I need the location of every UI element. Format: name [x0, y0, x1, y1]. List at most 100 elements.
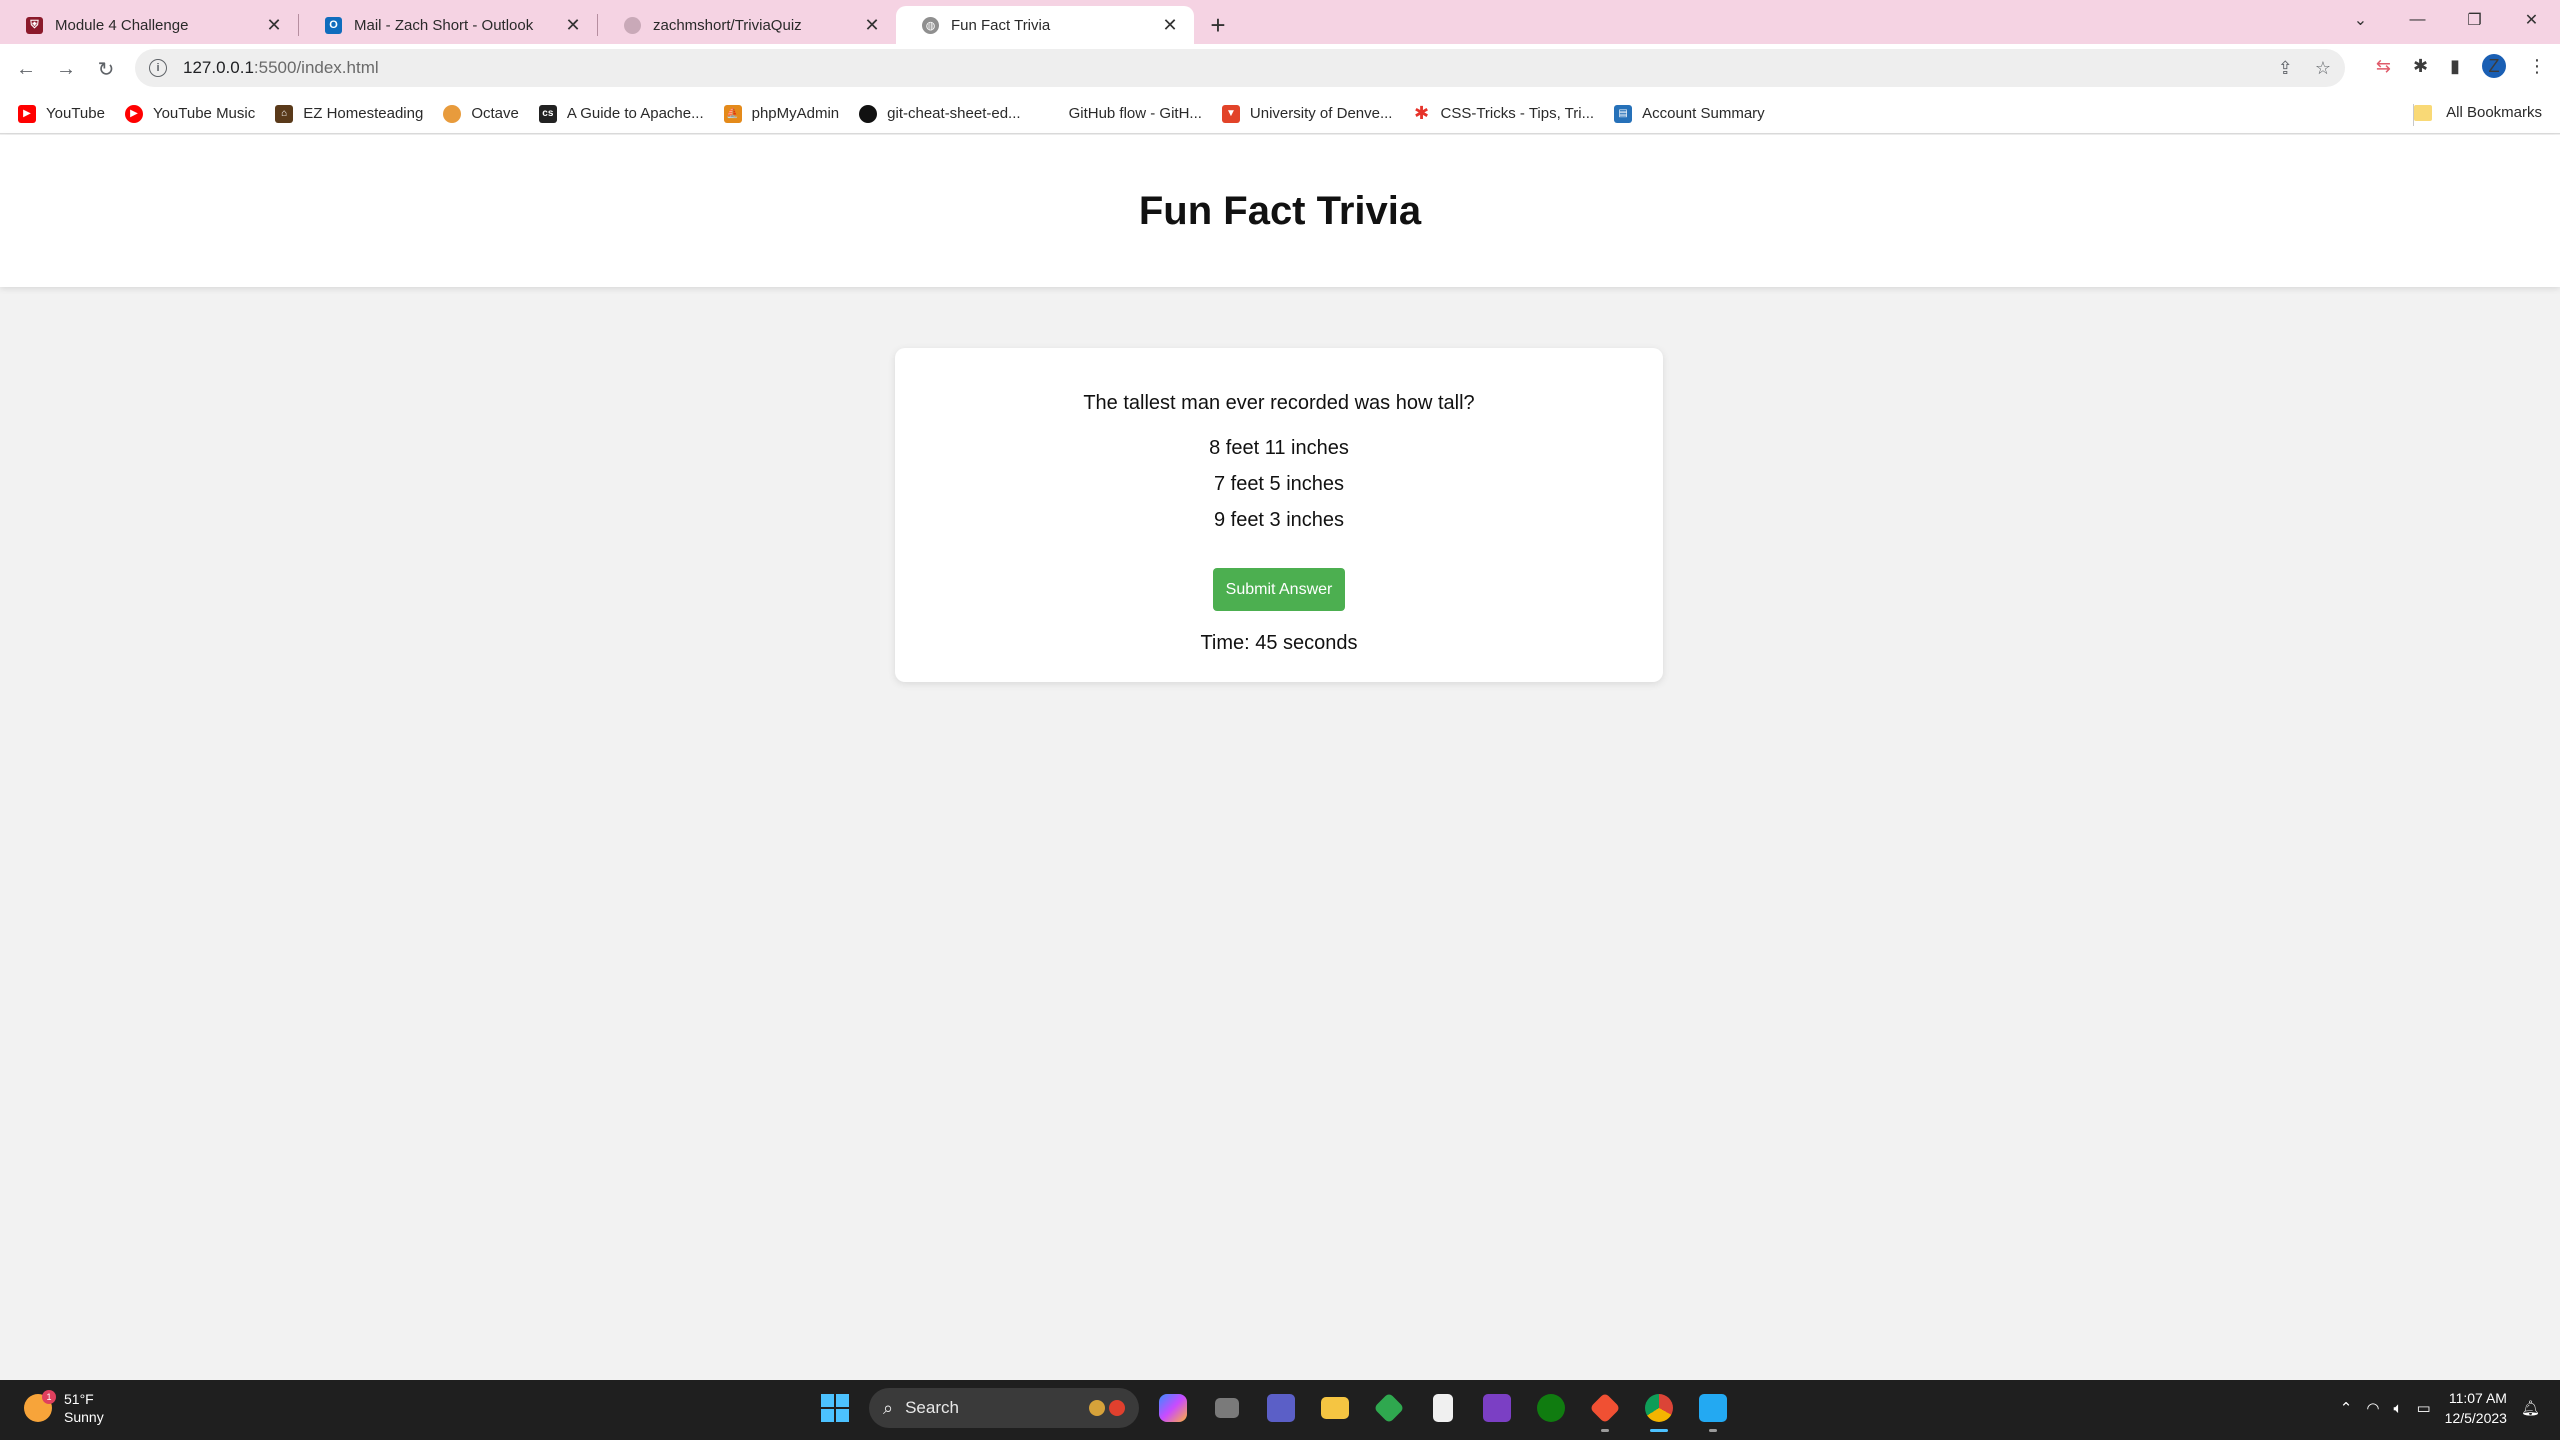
forward-arrow-icon[interactable]: →	[46, 49, 86, 89]
bookmark-git-cheat-sheet[interactable]: git-cheat-sheet-ed...	[859, 104, 1021, 123]
battery-icon[interactable]: ▭	[2416, 1399, 2430, 1417]
restore-button[interactable]: ❐	[2446, 0, 2503, 40]
tab-github[interactable]: zachmshort/TriviaQuiz ✕	[598, 6, 896, 44]
notepad-icon[interactable]	[1423, 1388, 1463, 1428]
answer-option[interactable]: 9 feet 3 inches	[895, 508, 1663, 544]
bookmark-university-of-denver[interactable]: ▼ University of Denve...	[1221, 104, 1392, 123]
task-view-icon[interactable]	[1207, 1388, 1247, 1428]
tab-title: zachmshort/TriviaQuiz	[653, 16, 802, 34]
git-icon[interactable]	[1585, 1388, 1625, 1432]
window-controls: ⌄ — ❐ ✕	[2332, 0, 2560, 40]
star-icon: ✱	[1413, 103, 1430, 123]
homestead-icon: ⌂	[275, 104, 294, 123]
outlook-favicon-icon: O	[325, 16, 342, 34]
answer-option[interactable]: 8 feet 11 inches	[895, 436, 1663, 472]
minimize-button[interactable]: —	[2389, 0, 2446, 40]
bookmark-octave[interactable]: Octave	[443, 104, 519, 123]
bookmark-youtube-music[interactable]: ▶ YouTube Music	[124, 104, 255, 123]
bookmark-github-flow[interactable]: GitHub flow - GitH...	[1040, 104, 1202, 123]
gitlab-icon: ▼	[1221, 104, 1240, 123]
clock[interactable]: 11:07 AM 12/5/2023	[2445, 1388, 2507, 1428]
share-icon[interactable]: ⇪	[2278, 58, 2293, 79]
answer-option[interactable]: 7 feet 5 inches	[895, 472, 1663, 508]
bookmark-css-tricks[interactable]: ✱ CSS-Tricks - Tips, Tri...	[1412, 103, 1595, 123]
file-explorer-icon[interactable]	[1315, 1388, 1355, 1428]
taskbar-search[interactable]: ⌕ Search	[869, 1388, 1139, 1428]
all-bookmarks-button[interactable]: All Bookmarks	[2414, 104, 2542, 121]
extension-arrows-icon[interactable]: ⇆	[2376, 56, 2391, 77]
bookmark-label: EZ Homesteading	[303, 105, 424, 122]
chevron-up-icon[interactable]: ⌃	[2340, 1399, 2353, 1417]
close-window-button[interactable]: ✕	[2503, 0, 2560, 40]
url-path: :5500/index.html	[253, 58, 379, 77]
notification-badge: 1	[42, 1390, 56, 1404]
amex-icon: ▤	[1614, 104, 1633, 123]
extensions-puzzle-icon[interactable]: ✱	[2413, 56, 2428, 77]
tab-module4[interactable]: ⛨ Module 4 Challenge ✕	[0, 6, 298, 44]
vscode-icon[interactable]	[1693, 1388, 1733, 1432]
bookmark-label: Octave	[471, 105, 519, 122]
bookmark-label: CSS-Tricks - Tips, Tri...	[1440, 105, 1595, 122]
xbox-icon[interactable]	[1531, 1388, 1571, 1428]
tab-search-icon[interactable]: ⌄	[2332, 0, 2389, 40]
folder-icon	[2414, 104, 2433, 121]
system-tray: ⌃ ◠ 🔈︎ ▭ 11:07 AM 12/5/2023 🔔︎	[2340, 1388, 2540, 1428]
windows-start-icon[interactable]	[815, 1388, 855, 1428]
bookmark-label: GitHub flow - GitH...	[1068, 105, 1202, 122]
search-icon: ⌕	[883, 1397, 894, 1418]
bookmark-label: Account Summary	[1642, 105, 1765, 122]
answer-list: 8 feet 11 inches 7 feet 5 inches 9 feet …	[895, 436, 1663, 544]
site-info-icon[interactable]: i	[149, 59, 167, 77]
speaker-icon[interactable]: 🔈︎	[2393, 1400, 2402, 1417]
tab-title: Mail - Zach Short - Outlook	[354, 16, 534, 34]
tab-strip: ⛨ Module 4 Challenge ✕ O Mail - Zach Sho…	[0, 0, 2560, 44]
chrome-icon[interactable]	[1639, 1388, 1679, 1432]
bookmark-star-icon[interactable]: ☆	[2315, 58, 2331, 79]
new-tab-button[interactable]: +	[1198, 6, 1238, 44]
vs-studio-icon[interactable]	[1369, 1388, 1409, 1428]
bookmark-label: git-cheat-sheet-ed...	[887, 105, 1021, 122]
search-highlight-icon	[1089, 1400, 1125, 1416]
browser-toolbar: ← → ↻ i 127.0.0.1:5500/index.html ⇪ ☆ ⇆ …	[0, 44, 2560, 94]
bookmark-apache-guide[interactable]: cs A Guide to Apache...	[538, 104, 704, 123]
bookmark-account-summary[interactable]: ▤ Account Summary	[1614, 104, 1765, 123]
weather-temp: 51°F	[64, 1391, 94, 1407]
submit-answer-button[interactable]: Submit Answer	[1213, 568, 1345, 611]
bookmark-youtube[interactable]: ▶ YouTube	[18, 104, 105, 123]
close-tab-icon[interactable]: ✕	[1160, 15, 1180, 35]
menu-kebab-icon[interactable]: ⋮	[2528, 56, 2546, 77]
back-arrow-icon[interactable]: ←	[6, 49, 46, 89]
podcast-app-icon[interactable]	[1477, 1388, 1517, 1428]
sun-icon: 1	[24, 1390, 56, 1422]
side-panel-icon[interactable]: ▮	[2450, 56, 2460, 77]
close-tab-icon[interactable]: ✕	[264, 15, 284, 35]
tab-outlook[interactable]: O Mail - Zach Short - Outlook ✕	[299, 6, 597, 44]
bookmark-phpmyadmin[interactable]: ⛵ phpMyAdmin	[723, 104, 840, 123]
timer-text: Time: 45 seconds	[1200, 632, 1358, 654]
search-label: Search	[905, 1398, 959, 1417]
teams-icon[interactable]	[1261, 1388, 1301, 1428]
shield-favicon-icon: ⛨	[26, 16, 43, 34]
reload-icon[interactable]: ↻	[86, 49, 126, 89]
octave-icon	[443, 104, 462, 123]
question-text: The tallest man ever recorded was how ta…	[1083, 392, 1475, 414]
youtube-icon: ▶	[18, 104, 36, 123]
phpmyadmin-icon: ⛵	[723, 104, 742, 123]
profile-avatar[interactable]: Z	[2482, 54, 2506, 78]
bookmark-ez-homesteading[interactable]: ⌂ EZ Homesteading	[275, 104, 424, 123]
close-tab-icon[interactable]: ✕	[563, 15, 583, 35]
github-favicon-icon	[624, 16, 641, 34]
bookmark-label: phpMyAdmin	[751, 105, 840, 122]
copilot-icon[interactable]	[1153, 1388, 1193, 1428]
address-bar[interactable]: i 127.0.0.1:5500/index.html ⇪ ☆	[135, 49, 2345, 87]
tab-fun-fact-trivia[interactable]: ◍ Fun Fact Trivia ✕	[896, 6, 1194, 44]
bookmark-label: YouTube	[46, 105, 105, 122]
weather-widget[interactable]: 1 51°F Sunny	[24, 1390, 104, 1426]
wifi-icon[interactable]: ◠	[2366, 1399, 2379, 1417]
notification-bell-icon[interactable]: 🔔︎	[2521, 1399, 2540, 1417]
tab-title: Module 4 Challenge	[55, 16, 189, 34]
page-header: Fun Fact Trivia	[0, 135, 2560, 287]
globe-favicon-icon: ◍	[922, 16, 939, 34]
page-title: Fun Fact Trivia	[1138, 188, 1422, 233]
close-tab-icon[interactable]: ✕	[862, 15, 882, 35]
